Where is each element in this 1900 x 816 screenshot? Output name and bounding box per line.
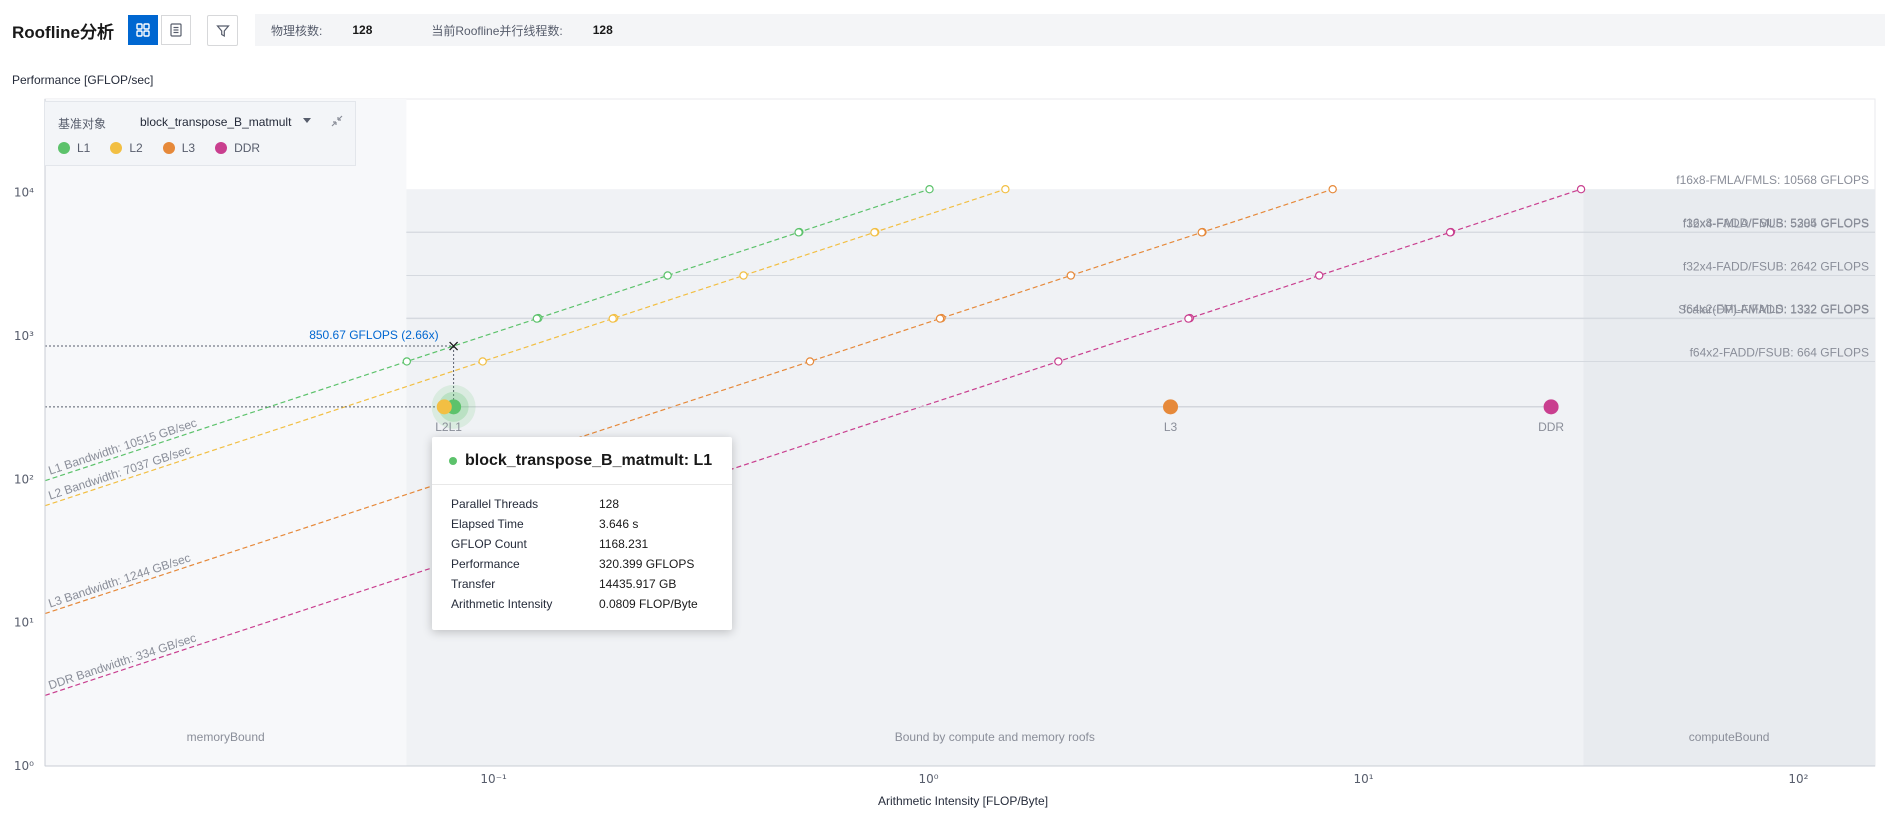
tooltip-row: Parallel Threads 128 [451,494,698,514]
tooltip-table: Parallel Threads 128 Elapsed Time 3.646 s GF… [451,494,698,614]
tooltip-row: Performance 320.399 GFLOPS [451,554,698,574]
chevron-down-icon [303,118,311,123]
data-point-l3 [1163,399,1179,415]
tooltip-title: block_transpose_B_matmult: L1 [465,451,713,469]
y-tick-label: 10⁰ [14,759,34,773]
legend-item-l2[interactable]: L2 [110,141,143,155]
tooltip-header: block_transpose_B_matmult: L1 [432,437,732,485]
roof-intersection-marker [794,228,803,237]
tooltip-key: Transfer [451,577,496,591]
tooltip-key: GFLOP Count [451,537,527,551]
roof-intersection-marker [532,314,542,323]
region-label: memoryBound [187,730,265,744]
roof-intersection-marker [739,271,748,280]
legend-dot [215,142,228,154]
roof-intersection-marker [1328,184,1337,194]
y-tick-label: 10³ [14,329,34,343]
roof-intersection-marker [1315,271,1324,280]
legend-label: DDR [234,141,261,155]
data-point-label-l2-l1: L2L1 [435,420,462,434]
data-point-ddr [1543,399,1559,415]
legend-panel: 基准对象 block_transpose_B_matmult L1 L2 L3 DDR [44,101,356,166]
attainable-label: 850.67 GFLOPS (2.66x) [309,328,438,342]
legend-dot [162,142,175,154]
x-tick-label: 10⁰ [919,772,939,786]
region-label: Bound by compute and memory roofs [895,730,1095,744]
roof-intersection-marker [478,357,487,366]
tooltip-key: Elapsed Time [451,517,524,531]
compute-roof-label: f64x2-FADD/FSUB: 664 GFLOPS [1690,345,1869,359]
compute-roof-label: f32x4-FADD/FSUB: 2642 GFLOPS [1683,259,1869,273]
tooltip-value: 128 [599,497,620,511]
roof-intersection-marker [1001,184,1010,194]
roof-intersection-marker [1184,314,1193,323]
compute-roof-label: Scalar(DP)-FMADD: 1322 GFLOPS [1678,303,1869,317]
legend-item-ddr[interactable]: DDR [215,141,260,155]
tooltip-value: 1168.231 [599,537,649,551]
legend-dot [110,142,123,154]
tooltip-value: 3.646 s [599,517,639,531]
collapse-icon[interactable] [329,113,345,129]
roof-intersection-marker [935,314,945,323]
baseline-select[interactable]: block_transpose_B_matmult [140,115,315,129]
roof-intersection-marker [1066,271,1076,280]
roof-intersection-marker [870,228,879,237]
x-tick-label: 10² [1788,772,1808,786]
tooltip-key: Performance [451,557,520,571]
roof-intersection-marker [805,357,815,366]
y-tick-label: 10² [14,472,34,486]
tooltip-key: Arithmetic Intensity [451,597,553,611]
legend-item-l1[interactable]: L1 [58,141,90,155]
baseline-label: 基准对象 [58,117,107,131]
roof-intersection-marker [1054,357,1063,366]
legend-label: L1 [77,141,91,155]
x-tick-label: 10¹ [1353,772,1373,786]
tooltip-value: 0.0809 FLOP/Byte [599,597,698,611]
roof-intersection-marker [663,271,672,280]
tooltip-value: 14435.917 GB [599,577,677,591]
legend-dot [58,142,70,154]
roof-intersection-marker [608,314,617,323]
roof-intersection-marker [925,184,934,194]
roof-intersection-marker [1445,228,1455,237]
compute-roof-label: f32x4-FMLA/FMLS: 5284 GFLOPS [1683,216,1869,230]
region-label: computeBound [1689,730,1770,744]
tooltip-row: Arithmetic Intensity 0.0809 FLOP/Byte [451,594,698,614]
data-point-label: L3 [1164,420,1178,434]
legend-label: L2 [129,141,143,155]
legend-label: L3 [181,141,196,155]
data-point-l2 [436,399,452,415]
legend-item-l3[interactable]: L3 [162,141,196,155]
tooltip-row: Elapsed Time 3.646 s [451,514,698,534]
y-tick-label: 10⁴ [14,186,34,200]
roof-intersection-marker [402,357,412,366]
data-tooltip: block_transpose_B_matmult: L1 Parallel T… [432,437,732,630]
y-tick-label: 10¹ [14,616,34,630]
x-tick-label: 10⁻¹ [480,772,507,786]
x-axis-title: Arithmetic Intensity [FLOP/Byte] [878,794,1048,808]
tooltip-row: Transfer 14435.917 GB [451,574,698,594]
compute-roof-label: f16x8-FMLA/FMLS: 10568 GFLOPS [1676,173,1869,187]
roof-intersection-marker [1197,228,1206,237]
tooltip-value: 320.399 GFLOPS [599,557,695,571]
tooltip-key: Parallel Threads [451,497,539,511]
legend-items: L1 L2 L3 DDR [58,141,280,155]
tooltip-dot [449,456,457,465]
data-point-label: DDR [1538,420,1564,434]
tooltip-row: GFLOP Count 1168.231 [451,534,698,554]
roof-intersection-marker [1576,184,1586,194]
